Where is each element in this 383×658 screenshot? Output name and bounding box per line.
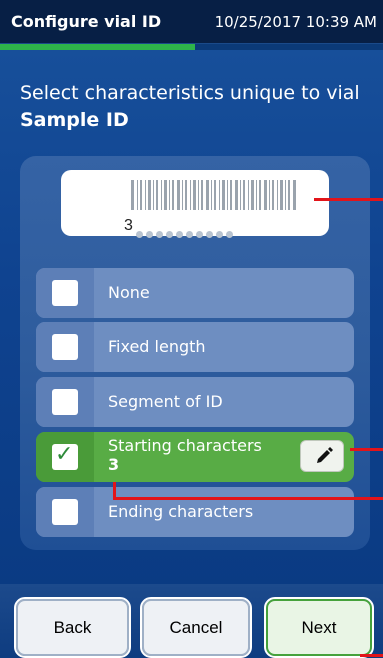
checkbox-starting-characters[interactable]: ✓ xyxy=(52,442,78,470)
placeholder-dot xyxy=(226,231,233,238)
barcode-icon xyxy=(131,180,296,210)
checkbox-segment-of-id[interactable] xyxy=(52,389,78,415)
option-fixed-length[interactable]: Fixed length xyxy=(36,322,354,372)
option-ending-characters-label: Ending characters xyxy=(108,502,254,521)
callout-line-edit xyxy=(350,448,383,451)
checkbox-fixed-length[interactable] xyxy=(52,334,78,360)
placeholder-dot xyxy=(166,231,173,238)
placeholder-dot xyxy=(216,231,223,238)
option-none[interactable]: None xyxy=(36,268,354,318)
instruction-text: Select characteristics unique to vial Sa… xyxy=(20,80,360,134)
placeholder-dot xyxy=(196,231,203,238)
placeholder-dot xyxy=(146,231,153,238)
option-fixed-length-label: Fixed length xyxy=(108,337,206,356)
placeholder-dot xyxy=(156,231,163,238)
callout-line-value-horizontal xyxy=(113,497,383,500)
next-button[interactable]: Next xyxy=(264,597,374,658)
barcode-starting-digit: 3 xyxy=(124,217,133,234)
placeholder-dot xyxy=(176,231,183,238)
placeholder-dot xyxy=(186,231,193,238)
option-segment-of-id-label: Segment of ID xyxy=(108,392,223,411)
checkmark-icon: ✓ xyxy=(55,442,74,467)
page-title: Configure vial ID xyxy=(11,12,162,31)
option-starting-characters[interactable]: ✓ Starting characters 3 xyxy=(36,432,354,482)
option-none-label: None xyxy=(108,283,150,302)
placeholder-dot xyxy=(206,231,213,238)
edit-starting-characters-button[interactable] xyxy=(300,440,344,472)
option-segment-of-id[interactable]: Segment of ID xyxy=(36,377,354,427)
starting-characters-value: 3 xyxy=(108,455,120,474)
checkbox-none[interactable] xyxy=(52,280,78,306)
title-bar: Configure vial ID 10/25/2017 10:39 AM xyxy=(0,0,383,44)
callout-line-next xyxy=(360,654,383,657)
option-starting-characters-label: Starting characters xyxy=(108,436,262,455)
pencil-icon xyxy=(317,447,333,463)
instruction-prefix: Select characteristics unique to vial xyxy=(20,82,360,104)
callout-line-barcode xyxy=(314,198,383,201)
cancel-button[interactable]: Cancel xyxy=(140,597,252,658)
placeholder-dot xyxy=(136,231,143,238)
barcode-placeholder-dots xyxy=(136,223,236,238)
instruction-emphasis: Sample ID xyxy=(20,109,129,131)
checkbox-ending-characters[interactable] xyxy=(52,499,78,525)
option-ending-characters[interactable]: Ending characters xyxy=(36,487,354,537)
datetime-label: 10/25/2017 10:39 AM xyxy=(214,13,377,31)
back-button[interactable]: Back xyxy=(14,597,131,658)
